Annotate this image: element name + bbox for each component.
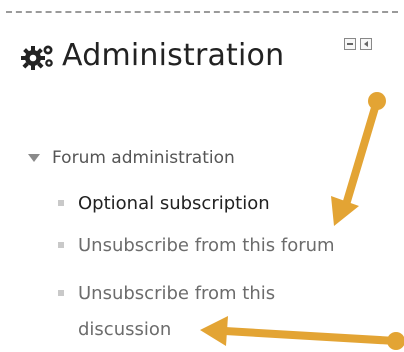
block-header: Administration — [20, 38, 284, 73]
block-title: Administration — [62, 38, 285, 73]
bullet-icon — [58, 290, 64, 296]
bullet-icon — [58, 242, 64, 248]
block-top-border — [6, 11, 398, 13]
gears-icon — [21, 45, 53, 70]
dock-icon[interactable] — [360, 38, 372, 50]
tree-item-label: Optional subscription — [78, 193, 270, 214]
tree-item-optional-subscription[interactable]: Optional subscription — [58, 193, 270, 222]
tree-item-unsubscribe-discussion[interactable]: Unsubscribe from this discussion — [58, 283, 338, 348]
caret-down-icon — [28, 154, 40, 162]
tree-root-label: Forum administration — [52, 148, 235, 168]
annotation-dot-1 — [368, 92, 386, 110]
annotation-arrowhead-1 — [331, 196, 359, 226]
tree-item-label: Unsubscribe from this discussion — [78, 283, 276, 340]
annotation-dot-2 — [387, 332, 404, 350]
tree-item-label: Unsubscribe from this forum — [78, 235, 335, 256]
block-controls — [344, 38, 372, 50]
bullet-icon — [58, 200, 64, 206]
tree-item-unsubscribe-forum[interactable]: Unsubscribe from this forum — [58, 235, 335, 264]
collapse-icon[interactable] — [344, 38, 356, 50]
annotation-arrow-1-shaft — [341, 97, 381, 212]
tree-root-forum-administration[interactable]: Forum administration — [28, 148, 235, 168]
